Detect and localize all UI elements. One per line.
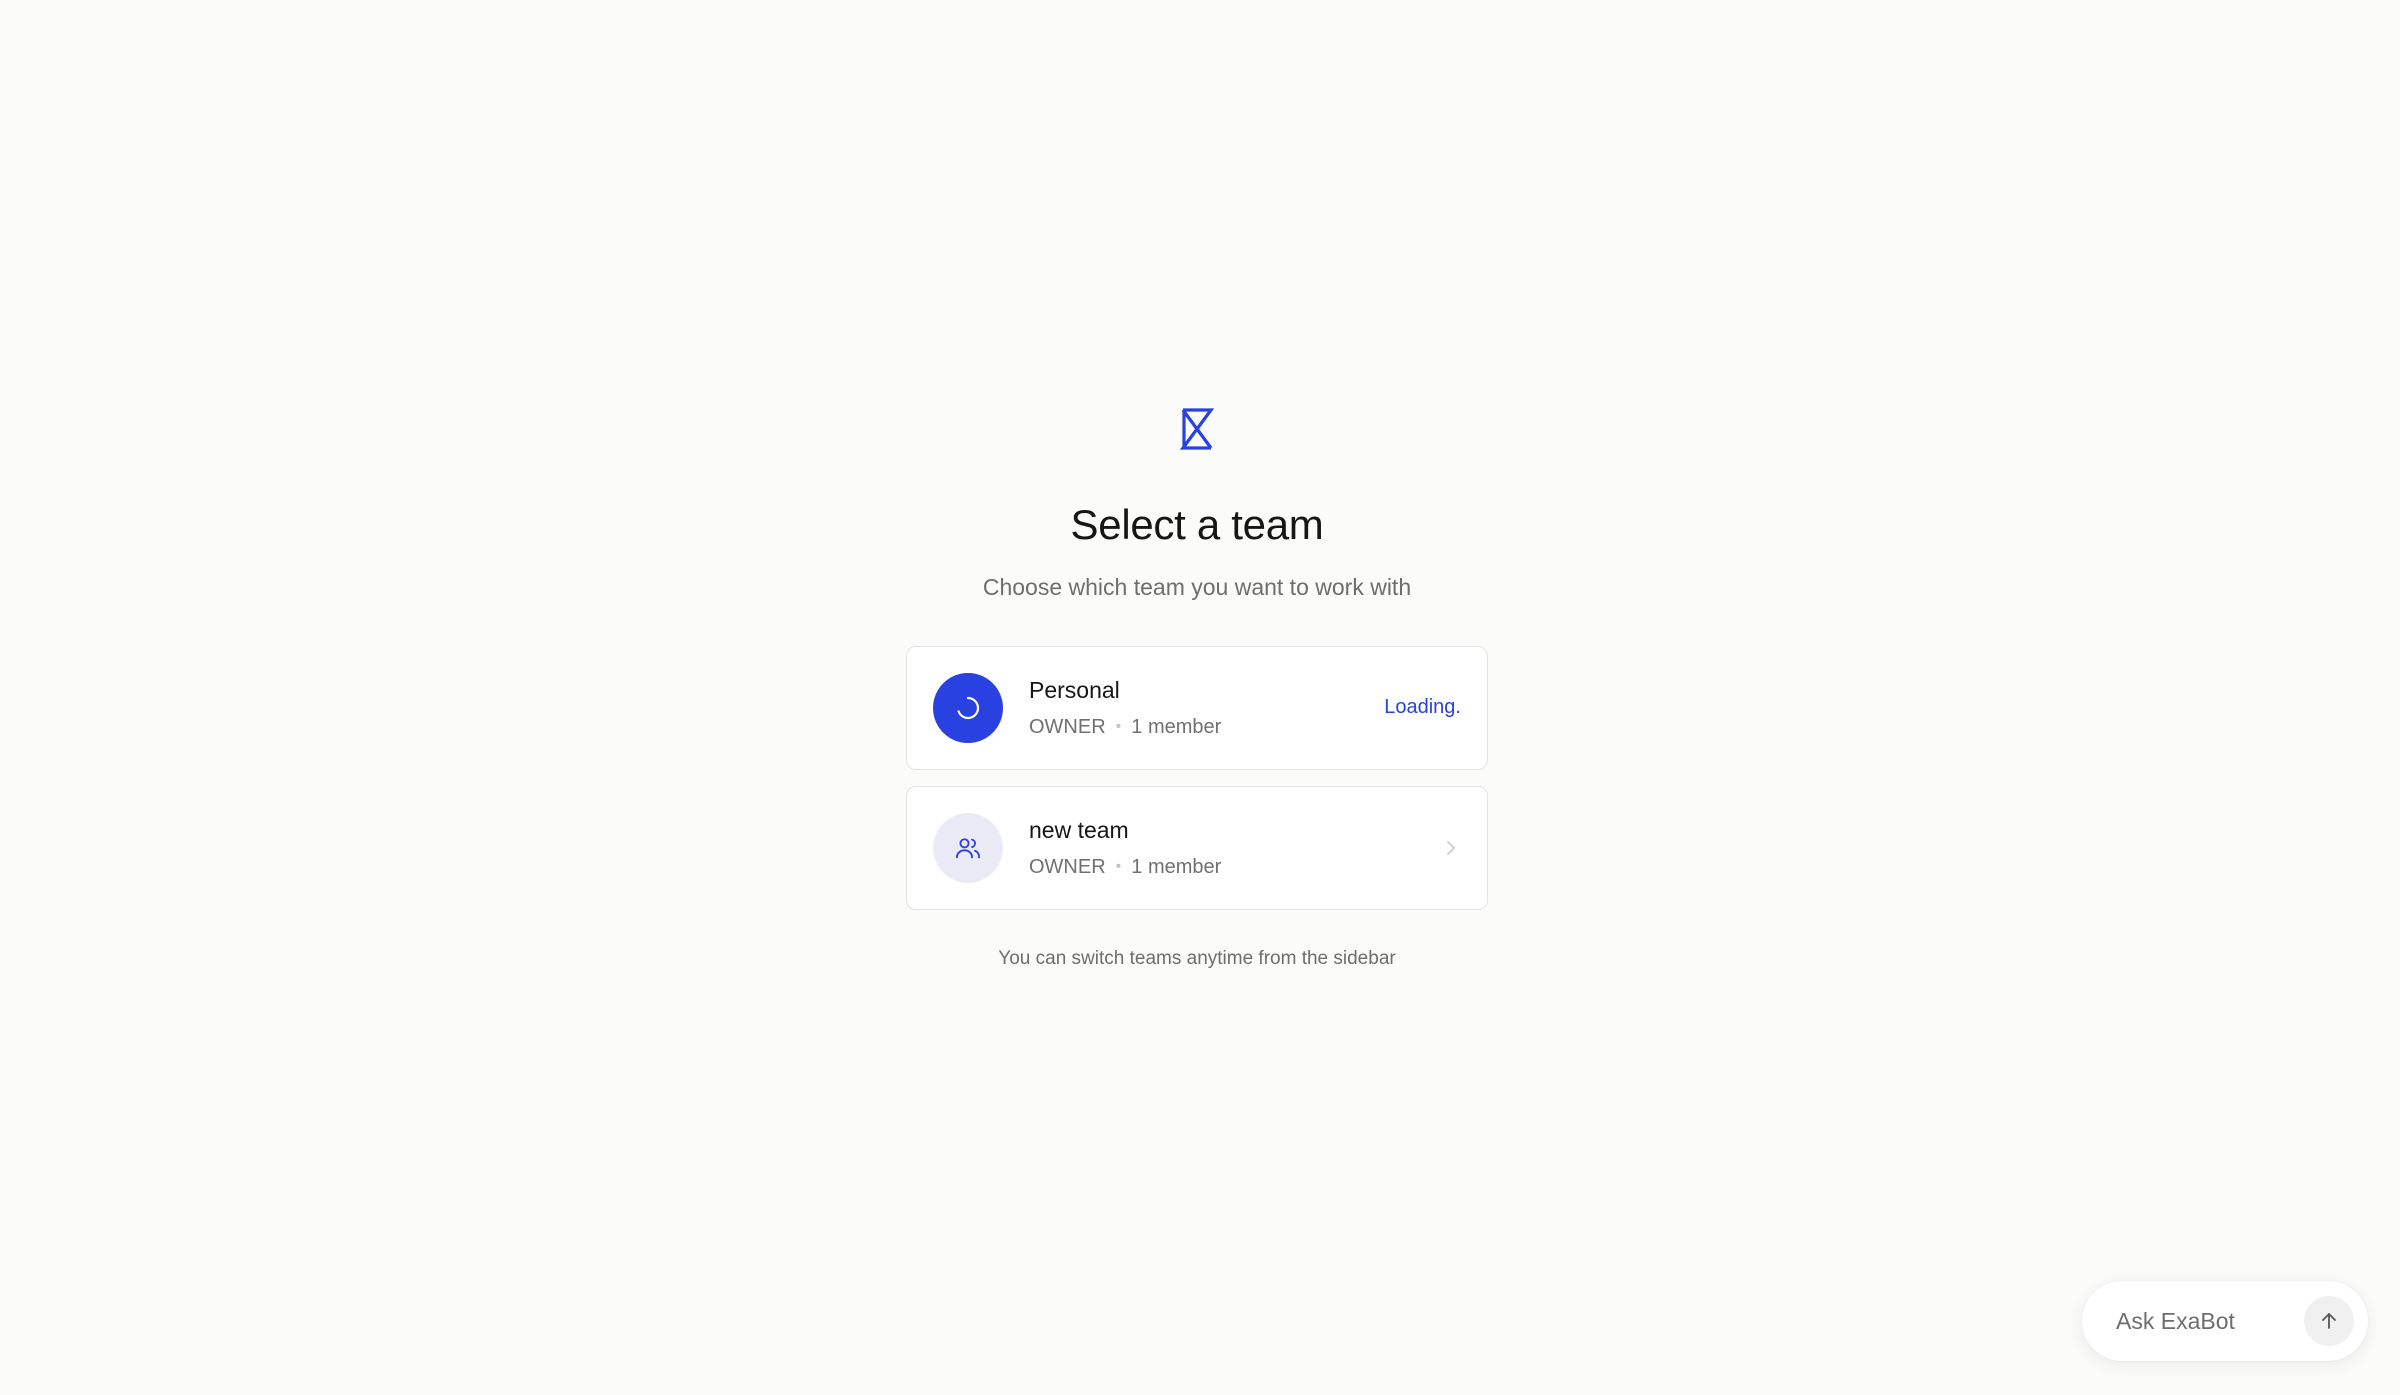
team-select-panel: Select a team Choose which team you want… [906,408,1488,970]
arrow-up-icon [2322,1313,2336,1329]
separator-dot: • [1115,717,1122,735]
page-subtitle: Choose which team you want to work with [982,574,1412,601]
team-role: OWNER [1029,855,1106,878]
team-member-count: 1 member [1131,855,1222,878]
team-meta: OWNER • 1 member [1029,855,1441,879]
team-list: Personal OWNER • 1 member Loading. new t… [906,645,1488,910]
team-role: OWNER [1029,715,1106,738]
switch-teams-hint: You can switch teams anytime from the si… [998,947,1396,969]
team-avatar [933,672,1003,743]
page-title: Select a team [1070,501,1324,548]
team-select-page: Select a team Choose which team you want… [0,0,2400,1395]
chevron-right-icon [1447,840,1455,855]
team-name: new team [1029,816,1129,843]
separator-dot: • [1115,857,1122,875]
team-name: Personal [1029,676,1120,703]
exa-hourglass-logo-icon [1180,408,1214,450]
team-card-new-team[interactable]: new team OWNER • 1 member [906,785,1488,910]
loading-status: Loading. [1384,696,1461,719]
users-icon [955,838,981,859]
spinner-icon [957,696,980,719]
team-avatar [933,812,1003,883]
team-info: new team OWNER • 1 member [1029,817,1441,879]
exabot-send-button[interactable] [2304,1296,2354,1346]
team-info: Personal OWNER • 1 member [1029,677,1384,739]
exabot-input[interactable] [2114,1306,2304,1336]
exabot-chat-widget [2082,1281,2368,1361]
team-card-personal[interactable]: Personal OWNER • 1 member Loading. [906,645,1488,770]
team-member-count: 1 member [1131,715,1222,738]
team-meta: OWNER • 1 member [1029,715,1384,739]
